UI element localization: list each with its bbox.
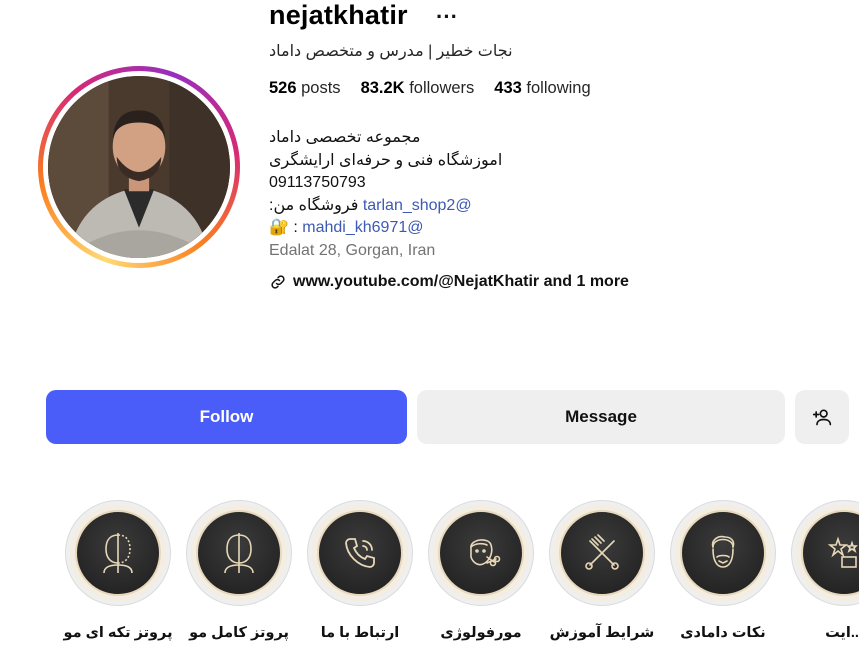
- phone-icon: [345, 538, 375, 568]
- highlight-ring: [791, 500, 859, 606]
- highlight-label: ...ایت: [825, 625, 859, 641]
- highlight-cover: [438, 510, 524, 596]
- highlight-item[interactable]: مورفولوژی: [426, 500, 536, 641]
- lock-icon: 🔐: [269, 219, 289, 236]
- add-user-icon: [812, 409, 832, 426]
- highlight-cover: [317, 510, 403, 596]
- highlight-label: شرایط آموزش: [549, 625, 655, 641]
- bio-lock-line: 🔐 : mahdi_kh6971@: [269, 217, 502, 240]
- bio-line-1: مجموعه تخصصی داماد: [269, 129, 421, 146]
- avatar-photo: [48, 76, 230, 258]
- followers-count[interactable]: 83.2K followers: [361, 79, 475, 98]
- highlight-label: پروتز تکه ای مو: [63, 625, 173, 641]
- highlight-ring-inner: [312, 505, 408, 601]
- bio-lock-separator: :: [288, 219, 303, 236]
- profile-username: nejatkhatir: [269, 0, 408, 30]
- following-number: 433: [494, 79, 522, 97]
- followers-number: 83.2K: [360, 79, 405, 97]
- shop-mention-link[interactable]: tarlan_shop2@: [363, 197, 472, 214]
- avatar-border: [43, 71, 235, 263]
- highlight-item[interactable]: ...ایت: [789, 500, 859, 641]
- highlight-ring: [670, 500, 776, 606]
- highlight-ring-inner: [433, 505, 529, 601]
- following-count[interactable]: 433 following: [494, 79, 590, 98]
- face-scissors-icon: [470, 539, 501, 567]
- suggest-users-button[interactable]: [795, 390, 849, 444]
- highlight-cover: [680, 510, 766, 596]
- highlight-ring: [186, 500, 292, 606]
- external-links[interactable]: www.youtube.com/@NejatKhatir and 1 more: [269, 273, 629, 291]
- highlight-ring-inner: [796, 505, 859, 601]
- link-icon: [271, 275, 285, 289]
- highlight-ring-inner: [191, 505, 287, 601]
- highlight-ring: [428, 500, 534, 606]
- message-button[interactable]: Message: [417, 390, 785, 444]
- highlight-cover: [196, 510, 282, 596]
- comb-scissors-icon: [585, 534, 619, 570]
- stars-icon: [827, 536, 858, 568]
- follow-button[interactable]: Follow: [46, 390, 407, 444]
- highlight-cover: [559, 510, 645, 596]
- bio-phone: 09113750793: [269, 174, 366, 191]
- posts-count: 526 posts: [269, 79, 341, 98]
- highlight-label: ارتباط با ما: [320, 625, 400, 641]
- highlight-cover: [75, 510, 161, 596]
- bio-location: Edalat 28, Gorgan, Iran: [269, 241, 436, 259]
- posts-label: posts: [301, 79, 341, 97]
- posts-number: 526: [269, 79, 297, 97]
- highlight-item[interactable]: پروتز تکه ای مو: [63, 500, 173, 641]
- highlight-ring: [307, 500, 413, 606]
- highlight-ring: [65, 500, 171, 606]
- profile-bio: مجموعه تخصصی داماد اموزشگاه فنی و حرفه‌ا…: [269, 127, 502, 262]
- bio-shop-line: :فروشگاه من tarlan_shop2@: [269, 195, 502, 218]
- highlight-label: پروتز کامل مو: [189, 625, 289, 641]
- person-photo-icon: [48, 76, 230, 258]
- highlight-item[interactable]: نکات دامادی: [668, 500, 778, 641]
- highlight-ring-inner: [675, 505, 771, 601]
- bio-line-2: اموزشگاه فنی و حرفه‌ای ارایشگری: [269, 151, 503, 169]
- followers-label: followers: [409, 79, 475, 97]
- profile-full-name: نجات خطیر | مدرس و متخصص داماد: [269, 43, 513, 60]
- highlight-ring-inner: [554, 505, 650, 601]
- highlight-ring-inner: [70, 505, 166, 601]
- bearded-man-icon: [711, 535, 735, 568]
- more-options-icon[interactable]: ···: [436, 4, 458, 30]
- highlight-cover: [801, 510, 859, 596]
- highlight-item[interactable]: پروتز کامل مو: [184, 500, 294, 641]
- highlight-item[interactable]: ارتباط با ما: [305, 500, 415, 641]
- bio-shop-label: :فروشگاه من: [269, 196, 359, 214]
- following-label: following: [526, 79, 591, 97]
- profile-avatar[interactable]: [38, 66, 240, 268]
- half-face-icon: [224, 533, 254, 574]
- highlight-label: نکات دامادی: [680, 625, 766, 641]
- profile-stats: 526 posts 83.2K followers 433 following: [269, 79, 591, 98]
- highlight-ring: [549, 500, 655, 606]
- highlight-item[interactable]: شرایط آموزش: [547, 500, 657, 641]
- half-face-icon: [103, 533, 133, 574]
- story-highlights: پروتز تکه ای مو پروتز کامل مو ارتباط با …: [0, 500, 859, 645]
- mahdi-mention-link[interactable]: mahdi_kh6971@: [302, 219, 423, 236]
- external-link-text: www.youtube.com/@NejatKhatir and 1 more: [293, 273, 629, 290]
- highlight-label: مورفولوژی: [440, 625, 522, 641]
